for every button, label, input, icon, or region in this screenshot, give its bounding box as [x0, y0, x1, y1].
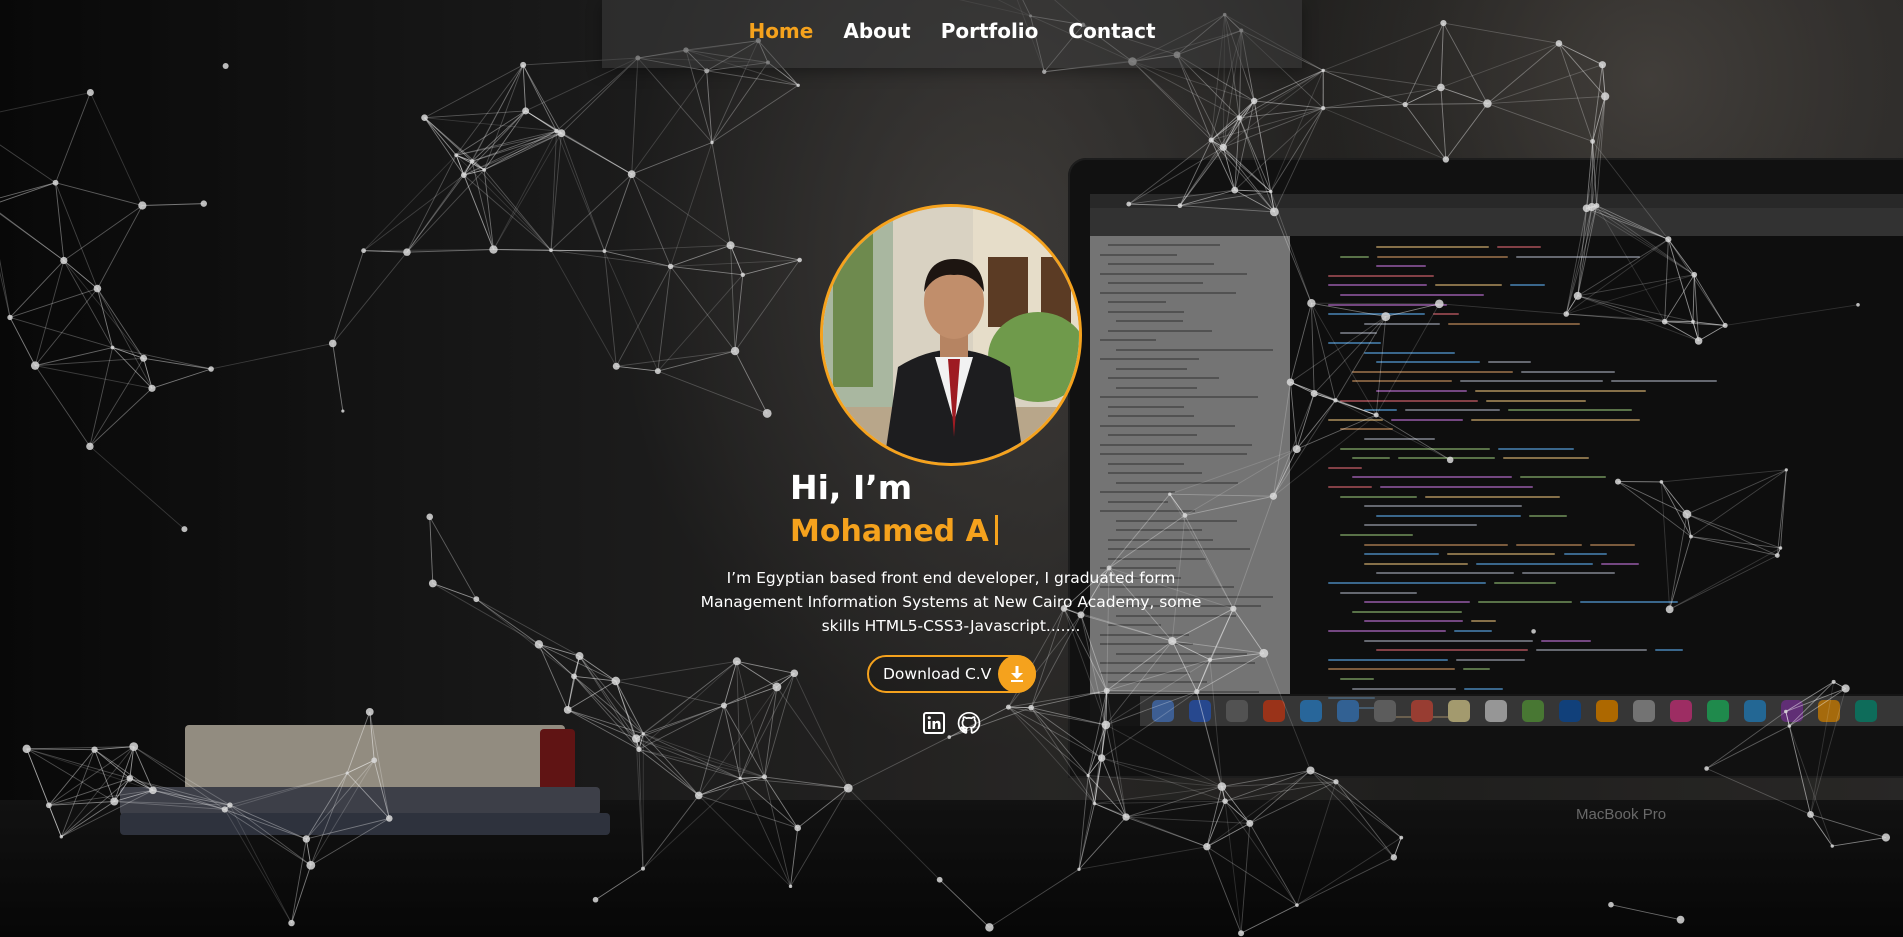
hero-description: I’m Egyptian based front end developer, … [700, 569, 1202, 635]
github-icon[interactable] [957, 711, 981, 735]
hero-greeting: Hi, I’m [790, 468, 913, 507]
profile-photo [820, 204, 1082, 466]
nav-contact-link[interactable]: Contact [1068, 19, 1155, 43]
hero-name-text: Mohamed A [790, 514, 989, 549]
top-navbar: Home About Portfolio Contact [602, 0, 1302, 68]
particle-network [0, 0, 1891, 937]
nav-about-link[interactable]: About [843, 19, 910, 43]
hero-background: MacBook Pro [0, 0, 1903, 937]
download-icon [998, 655, 1036, 693]
hero-name-typed: Mohamed A [790, 514, 998, 549]
typing-caret [994, 515, 998, 545]
nav-home-link[interactable]: Home [748, 19, 813, 43]
download-cv-label: Download C.V [883, 665, 992, 683]
nav-portfolio-link[interactable]: Portfolio [941, 19, 1039, 43]
linkedin-icon[interactable] [922, 711, 946, 735]
download-cv-button[interactable]: Download C.V [867, 655, 1036, 693]
